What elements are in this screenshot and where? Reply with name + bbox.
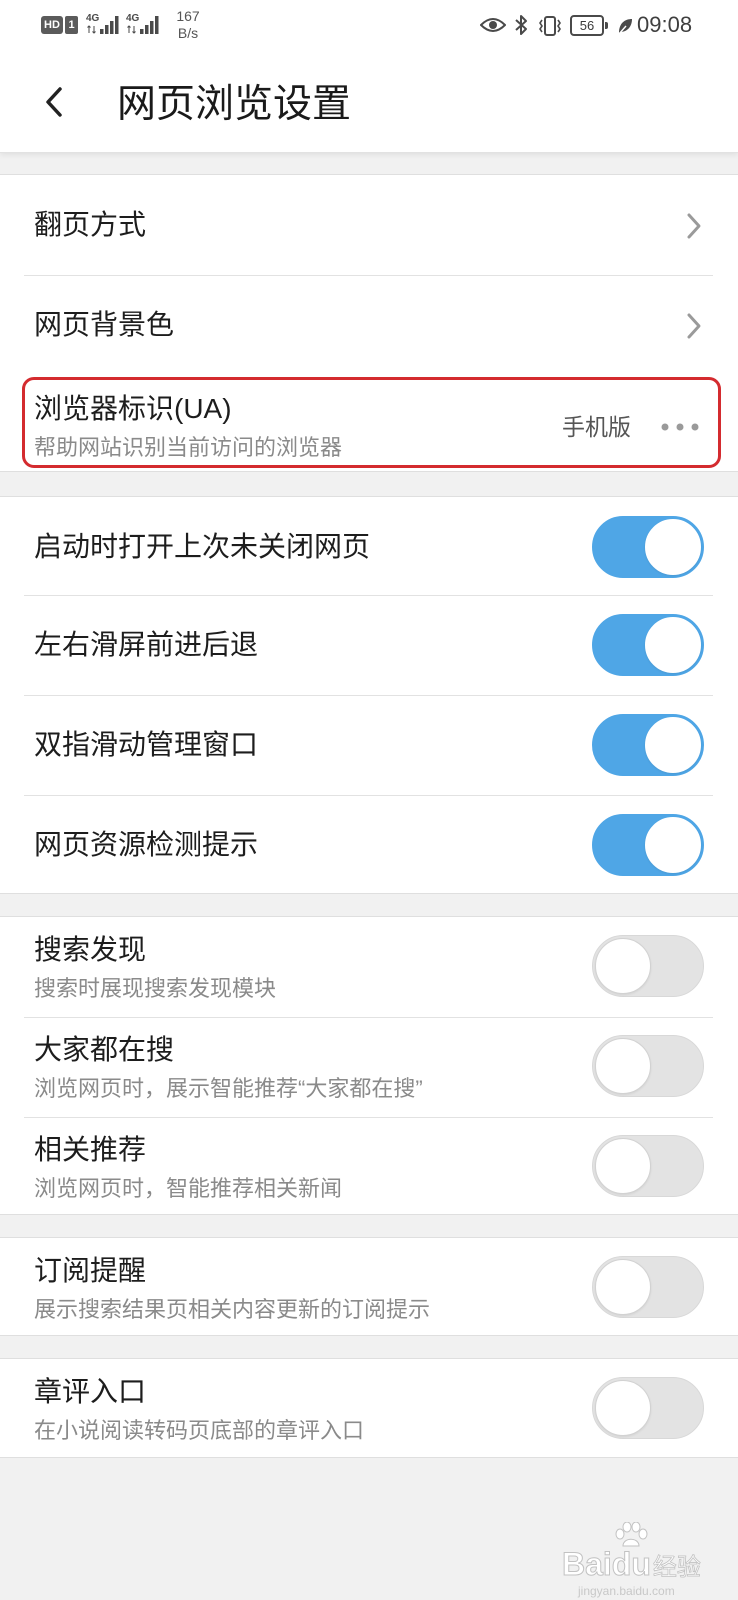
setting-subtitle: 浏览网页时，展示智能推荐“大家都在搜” [34, 1076, 423, 1101]
signal-bar [105, 25, 109, 34]
watermark-logo: Bai du经验 [562, 1522, 701, 1588]
setting-title: 左右滑屏前进后退 [34, 629, 259, 660]
setting-row-swipe-navigation[interactable]: 左右滑屏前进后退 [0, 595, 736, 695]
chevron-right-icon [687, 313, 701, 339]
watermark-brand-part-2: du [611, 1546, 651, 1583]
settings-group-display: 翻页方式 网页背景色 浏览器标识(UA) 帮助网站识别当前访问的浏览器 手机版 [0, 174, 738, 472]
toggle-knob [595, 1038, 651, 1094]
signal-bar [140, 29, 144, 34]
setting-subtitle: 展示搜索结果页相关内容更新的订阅提示 [34, 1297, 431, 1322]
setting-row-search-discovery[interactable]: 搜索发现 搜索时展现搜索发现模块 [0, 917, 736, 1017]
signal-bar [115, 16, 119, 34]
setting-row-browser-ua[interactable]: 浏览器标识(UA) 帮助网站识别当前访问的浏览器 手机版 [0, 375, 736, 472]
watermark-brand-part-1: Bai [562, 1546, 613, 1583]
setting-row-restore-last-pages[interactable]: 启动时打开上次未关闭网页 [0, 497, 736, 595]
toggle-switch[interactable] [592, 714, 704, 776]
cellular-signal-icon: 4G [86, 13, 119, 34]
setting-row-chapter-comments[interactable]: 章评入口 在小说阅读转码页底部的章评入口 [0, 1359, 736, 1457]
ua-current-value: 手机版 [562, 414, 631, 440]
toggle-knob [595, 938, 651, 994]
settings-group-recommendations: 搜索发现 搜索时展现搜索发现模块 大家都在搜 浏览网页时，展示智能推荐“大家都在… [0, 916, 738, 1215]
page-title: 网页浏览设置 [117, 83, 352, 126]
signal-bar [155, 16, 159, 34]
setting-title: 大家都在搜 [34, 1034, 175, 1065]
setting-subtitle: 在小说阅读转码页底部的章评入口 [34, 1418, 365, 1443]
watermark-url: jingyan.baidu.com [578, 1584, 675, 1598]
network-speed: 167 B/s [171, 8, 205, 42]
toggle-knob [645, 519, 701, 575]
setting-row-trending-searches[interactable]: 大家都在搜 浏览网页时，展示智能推荐“大家都在搜” [0, 1017, 736, 1117]
app-bar: HD 1 4G 4G 167 B/s 56 09:08 网页浏览设置 [0, 0, 738, 153]
setting-title: 网页背景色 [34, 309, 175, 340]
settings-group-chapter-comments: 章评入口 在小说阅读转码页底部的章评入口 [0, 1358, 738, 1458]
toggle-knob [595, 1380, 651, 1436]
setting-title: 浏览器标识(UA) [34, 393, 232, 424]
setting-row-page-background[interactable]: 网页背景色 [0, 275, 736, 375]
paw-icon [615, 1522, 648, 1547]
network-type-label: 4G [126, 13, 140, 24]
clock: 09:08 [637, 12, 693, 37]
toggle-knob [645, 717, 701, 773]
eye-icon [480, 18, 506, 32]
toggle-knob [645, 617, 701, 673]
setting-title: 相关推荐 [34, 1134, 147, 1165]
toggle-switch[interactable] [592, 935, 704, 997]
setting-subtitle: 浏览网页时，智能推荐相关新闻 [34, 1176, 343, 1201]
network-speed-value: 167 [176, 8, 200, 24]
toggle-switch[interactable] [592, 1135, 704, 1197]
toggle-knob [595, 1138, 651, 1194]
leaf-icon [618, 19, 632, 35]
toggle-switch[interactable] [592, 614, 704, 676]
cellular-signal-icon: 4G [126, 13, 159, 34]
setting-row-page-turning[interactable]: 翻页方式 [0, 175, 736, 275]
toggle-knob [595, 1259, 651, 1315]
toggle-switch[interactable] [592, 516, 704, 578]
toggle-knob [645, 817, 701, 873]
setting-title: 网页资源检测提示 [34, 829, 259, 860]
signal-bar [145, 25, 149, 34]
sim-slot-badge: 1 [65, 16, 78, 34]
vibrate-icon [539, 16, 561, 36]
settings-group-subscription: 订阅提醒 展示搜索结果页相关内容更新的订阅提示 [0, 1237, 738, 1336]
setting-row-two-finger-window[interactable]: 双指滑动管理窗口 [0, 695, 736, 795]
toggle-switch[interactable] [592, 1035, 704, 1097]
back-chevron-left-icon[interactable] [44, 87, 64, 117]
setting-subtitle: 帮助网站识别当前访问的浏览器 [34, 435, 343, 460]
setting-title: 双指滑动管理窗口 [34, 729, 259, 760]
setting-title: 翻页方式 [34, 209, 147, 240]
toggle-switch[interactable] [592, 1256, 704, 1318]
setting-row-related-recommendations[interactable]: 相关推荐 浏览网页时，智能推荐相关新闻 [0, 1117, 736, 1214]
setting-title: 章评入口 [34, 1376, 147, 1407]
network-speed-unit: B/s [177, 25, 199, 41]
toggle-switch[interactable] [592, 1377, 704, 1439]
watermark-brand-cn: 经验 [652, 1554, 701, 1582]
signal-bar [150, 21, 154, 34]
settings-group-behavior: 启动时打开上次未关闭网页 左右滑屏前进后退 双指滑动管理窗口 网页资源检测提示 [0, 496, 738, 894]
signal-bar [100, 29, 104, 34]
hd-voice-badge: HD [41, 16, 63, 34]
battery-icon: 56 [570, 15, 608, 36]
setting-subtitle: 搜索时展现搜索发现模块 [34, 976, 277, 1001]
setting-row-subscription-reminder[interactable]: 订阅提醒 展示搜索结果页相关内容更新的订阅提示 [0, 1238, 736, 1335]
setting-title: 启动时打开上次未关闭网页 [34, 531, 371, 562]
setting-title: 订阅提醒 [34, 1255, 147, 1286]
setting-row-resource-detection[interactable]: 网页资源检测提示 [0, 795, 736, 893]
bluetooth-icon [515, 15, 527, 35]
setting-title: 搜索发现 [34, 934, 147, 965]
signal-bar [110, 21, 114, 34]
toggle-switch[interactable] [592, 814, 704, 876]
network-type-label: 4G [86, 13, 100, 24]
chevron-right-icon [687, 213, 701, 239]
more-dots-icon[interactable] [660, 422, 700, 432]
battery-level: 56 [579, 18, 595, 33]
